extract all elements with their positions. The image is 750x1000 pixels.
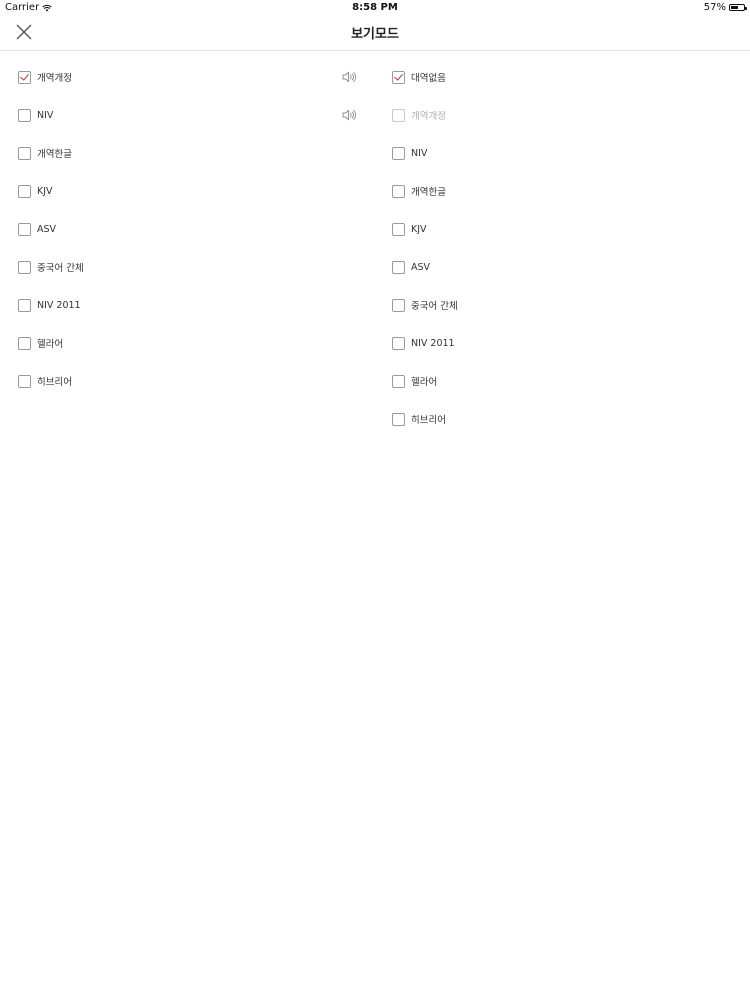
battery-icon — [729, 4, 747, 11]
checkbox[interactable] — [18, 222, 31, 236]
primary-version-item[interactable]: 히브리어 — [18, 362, 358, 400]
parallel-version-item[interactable]: 히브리어 — [392, 400, 732, 438]
status-bar: Carrier 8:58 PM 57% — [0, 0, 750, 16]
parallel-version-label: 대역없음 — [411, 73, 446, 84]
checkbox[interactable] — [392, 374, 405, 388]
battery-percent: 57% — [703, 2, 726, 13]
checkbox[interactable] — [392, 412, 405, 426]
checkbox[interactable] — [392, 260, 405, 274]
primary-version-label: ASV — [37, 223, 57, 235]
primary-version-label: NIV — [37, 109, 54, 121]
primary-version-label: NIV 2011 — [37, 299, 81, 311]
header: 보기모드 — [0, 16, 750, 51]
checkbox[interactable] — [392, 222, 405, 236]
parallel-version-label: NIV 2011 — [411, 337, 455, 349]
primary-version-label: 개역개정 — [37, 73, 72, 84]
parallel-version-item: 개역개정 — [392, 96, 732, 134]
checkbox[interactable] — [392, 298, 405, 312]
battery-fill — [731, 6, 738, 9]
primary-version-item[interactable]: 헬라어 — [18, 324, 358, 362]
parallel-version-label: 히브리어 — [411, 415, 446, 426]
page-title: 보기모드 — [351, 27, 399, 42]
parallel-version-label: KJV — [411, 223, 427, 235]
primary-version-item[interactable]: 개역개정 — [18, 58, 358, 96]
parallel-version-label: 개역개정 — [411, 111, 446, 122]
checkbox-checked[interactable] — [18, 70, 31, 84]
checkbox[interactable] — [18, 146, 31, 160]
checkbox[interactable] — [392, 184, 405, 198]
speaker-icon[interactable] — [342, 109, 356, 121]
parallel-version-item[interactable]: ASV — [392, 248, 732, 286]
primary-version-item[interactable]: 개역한글 — [18, 134, 358, 172]
primary-version-item[interactable]: NIV 2011 — [18, 286, 358, 324]
primary-version-label: 개역한글 — [37, 149, 72, 160]
speaker-icon[interactable] — [342, 71, 356, 83]
battery-status: 57% — [703, 2, 747, 13]
parallel-version-item[interactable]: 개역한글 — [392, 172, 732, 210]
checkbox[interactable] — [392, 146, 405, 160]
parallel-version-label: ASV — [411, 261, 431, 273]
primary-version-label: 히브리어 — [37, 377, 72, 388]
status-time: 8:58 PM — [352, 2, 398, 13]
primary-version-label: KJV — [37, 185, 53, 197]
checkbox[interactable] — [18, 298, 31, 312]
primary-version-item[interactable]: 중국어 간체 — [18, 248, 358, 286]
primary-version-item[interactable]: KJV — [18, 172, 358, 210]
parallel-version-item[interactable]: NIV 2011 — [392, 324, 732, 362]
primary-version-item[interactable]: ASV — [18, 210, 358, 248]
checkbox[interactable] — [18, 184, 31, 198]
primary-version-label: 중국어 간체 — [37, 263, 84, 274]
checkbox[interactable] — [18, 108, 31, 122]
parallel-version-item[interactable]: KJV — [392, 210, 732, 248]
primary-version-label: 헬라어 — [37, 339, 64, 350]
checkbox[interactable] — [18, 336, 31, 350]
parallel-version-label: 개역한글 — [411, 187, 446, 198]
checkbox[interactable] — [18, 374, 31, 388]
parallel-version-item[interactable]: 대역없음 — [392, 58, 732, 96]
parallel-version-label: NIV — [411, 147, 428, 159]
parallel-version-list: 대역없음개역개정 NIV 개역한글 KJV ASV 중국어 간체 NIV 2011 헬라어히브… — [392, 58, 732, 438]
parallel-version-item[interactable]: NIV — [392, 134, 732, 172]
parallel-version-label: 중국어 간체 — [411, 301, 458, 312]
parallel-version-item[interactable]: 헬라어 — [392, 362, 732, 400]
parallel-version-item[interactable]: 중국어 간체 — [392, 286, 732, 324]
parallel-version-label: 헬라어 — [411, 377, 438, 388]
checkbox — [392, 108, 405, 122]
primary-version-list: 개역개정 NIV 개역한글 KJV ASV 중국어 간체 NIV 2011 헬라어히브리어 — [18, 58, 358, 400]
primary-version-item[interactable]: NIV — [18, 96, 358, 134]
checkbox[interactable] — [392, 336, 405, 350]
checkbox-checked[interactable] — [392, 70, 405, 84]
checkbox[interactable] — [18, 260, 31, 274]
